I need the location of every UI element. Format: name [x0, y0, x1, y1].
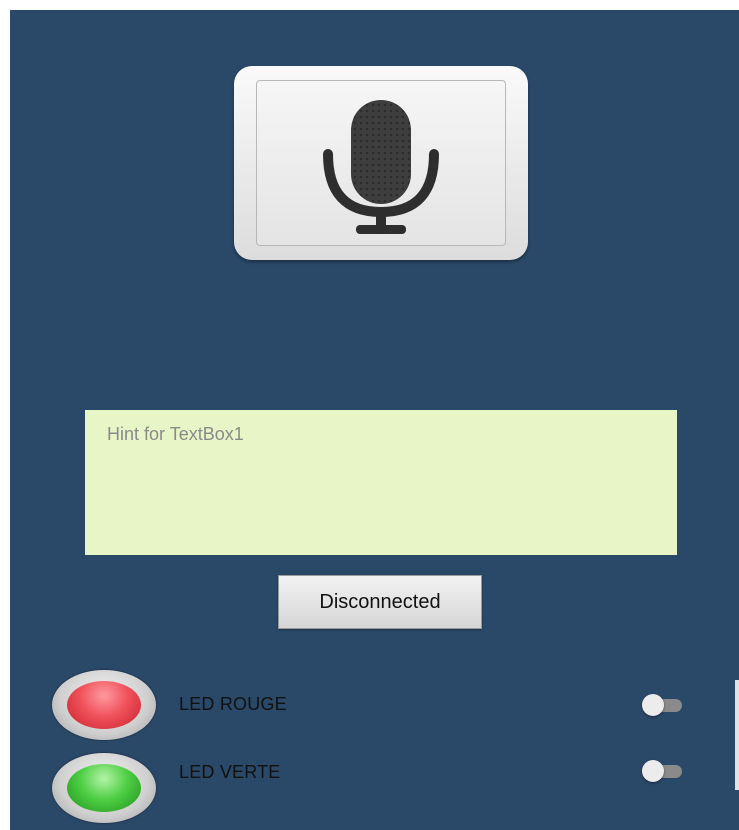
microphone-button[interactable]: [234, 66, 528, 260]
led-rouge-switch[interactable]: [642, 694, 682, 716]
green-led-bulb: [67, 764, 141, 812]
red-led-icon: [52, 670, 156, 740]
microphone-icon: [323, 100, 439, 234]
green-led-icon: [52, 753, 156, 823]
edge-handle: [735, 680, 739, 790]
red-led-bulb: [67, 681, 141, 729]
led-rouge-label: LED ROUGE: [179, 694, 287, 714]
text-box-1[interactable]: Hint for TextBox1: [85, 410, 677, 555]
led-verte-label: LED VERTE: [179, 762, 281, 782]
app-screen: Hint for TextBox1 Disconnected LED ROUGE…: [10, 10, 739, 830]
led-verte-switch[interactable]: [642, 760, 682, 782]
switch-thumb: [642, 694, 664, 716]
switch-thumb: [642, 760, 664, 782]
connection-status-button[interactable]: Disconnected: [278, 575, 482, 629]
